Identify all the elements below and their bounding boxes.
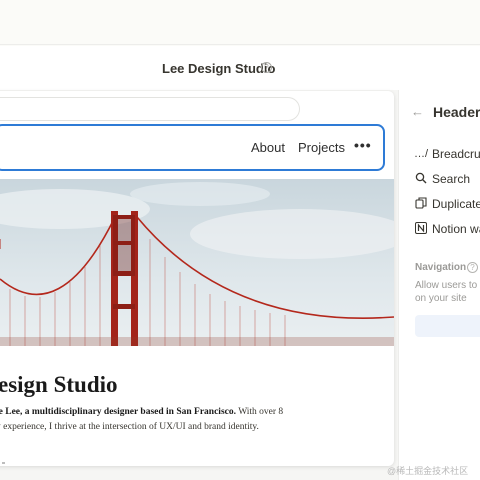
nav-link-projects[interactable]: Projects bbox=[298, 140, 345, 155]
content-marker bbox=[2, 462, 5, 464]
nav-link-about[interactable]: About bbox=[251, 140, 285, 155]
panel-option-duplicate[interactable]: Duplicate bbox=[414, 196, 480, 214]
option-label: Breadcrum bbox=[432, 147, 480, 161]
hero-image bbox=[0, 179, 394, 346]
search-icon bbox=[414, 172, 428, 186]
site-heading: esign Studio bbox=[0, 372, 118, 397]
notion-icon bbox=[414, 222, 428, 236]
top-divider bbox=[0, 44, 480, 45]
navigation-description: Allow users to on your site bbox=[415, 280, 478, 304]
panel-title: Header bbox=[433, 104, 480, 120]
breadcrumb-icon: …/ bbox=[414, 148, 429, 160]
preview-address-bar bbox=[0, 97, 300, 121]
intro-rest: With over 8 bbox=[235, 407, 284, 417]
site-intro-text: ie Lee, a multidisciplinary designer bas… bbox=[0, 405, 306, 435]
option-label: Notion wa bbox=[432, 222, 480, 236]
watermark: @稀土掘金技术社区 bbox=[387, 466, 469, 476]
panel-option-search[interactable]: Search bbox=[414, 171, 480, 189]
panel-option-breadcrumb[interactable]: …/ Breadcrum bbox=[414, 146, 480, 164]
duplicate-icon bbox=[414, 197, 428, 211]
help-icon[interactable]: ? bbox=[261, 62, 272, 73]
intro-line-2: y experience, I thrive at the intersecti… bbox=[0, 422, 259, 432]
more-options-icon[interactable]: ••• bbox=[354, 137, 372, 153]
option-label: Search bbox=[432, 172, 471, 186]
navigation-section-label: Navigation bbox=[415, 262, 467, 273]
site-title: Lee Design Studio bbox=[162, 61, 276, 76]
panel-option-notion[interactable]: Notion wa bbox=[414, 221, 480, 239]
intro-bold: ie Lee, a multidisciplinary designer bas… bbox=[0, 407, 236, 417]
golden-gate-bridge-photo bbox=[0, 179, 394, 346]
app-top-strip bbox=[0, 0, 480, 46]
help-icon[interactable]: ? bbox=[467, 262, 478, 273]
option-label: Duplicate bbox=[432, 197, 480, 211]
navigation-button[interactable] bbox=[415, 315, 480, 337]
back-arrow-icon[interactable]: ← bbox=[411, 104, 424, 119]
